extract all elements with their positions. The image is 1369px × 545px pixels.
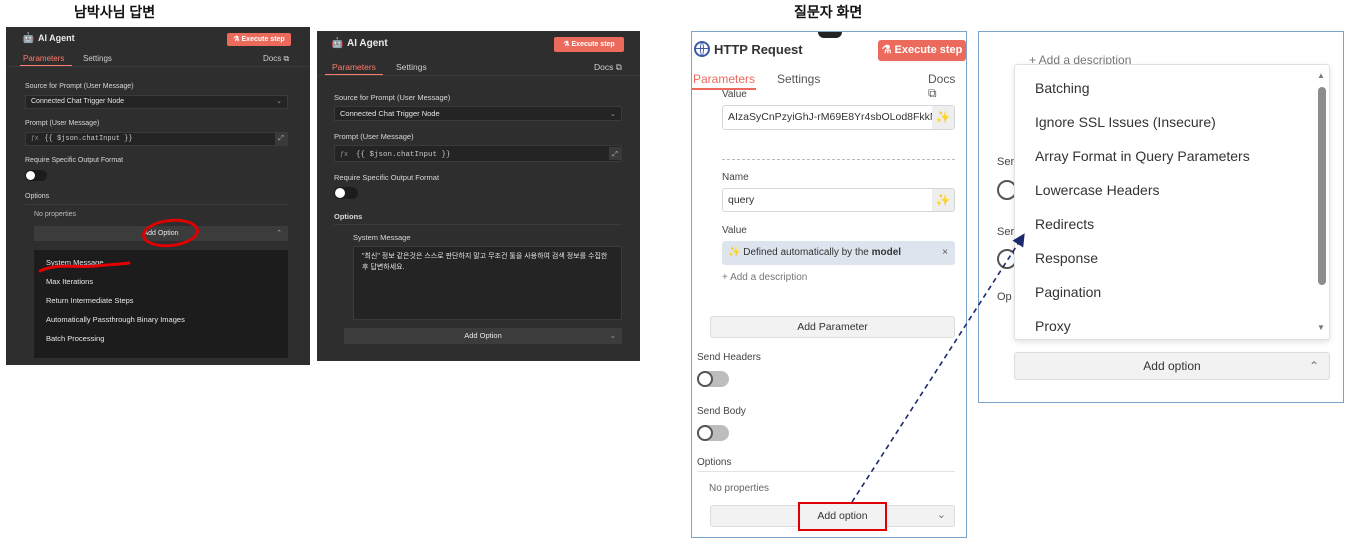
dashed-arrow-annotation bbox=[851, 233, 1025, 503]
